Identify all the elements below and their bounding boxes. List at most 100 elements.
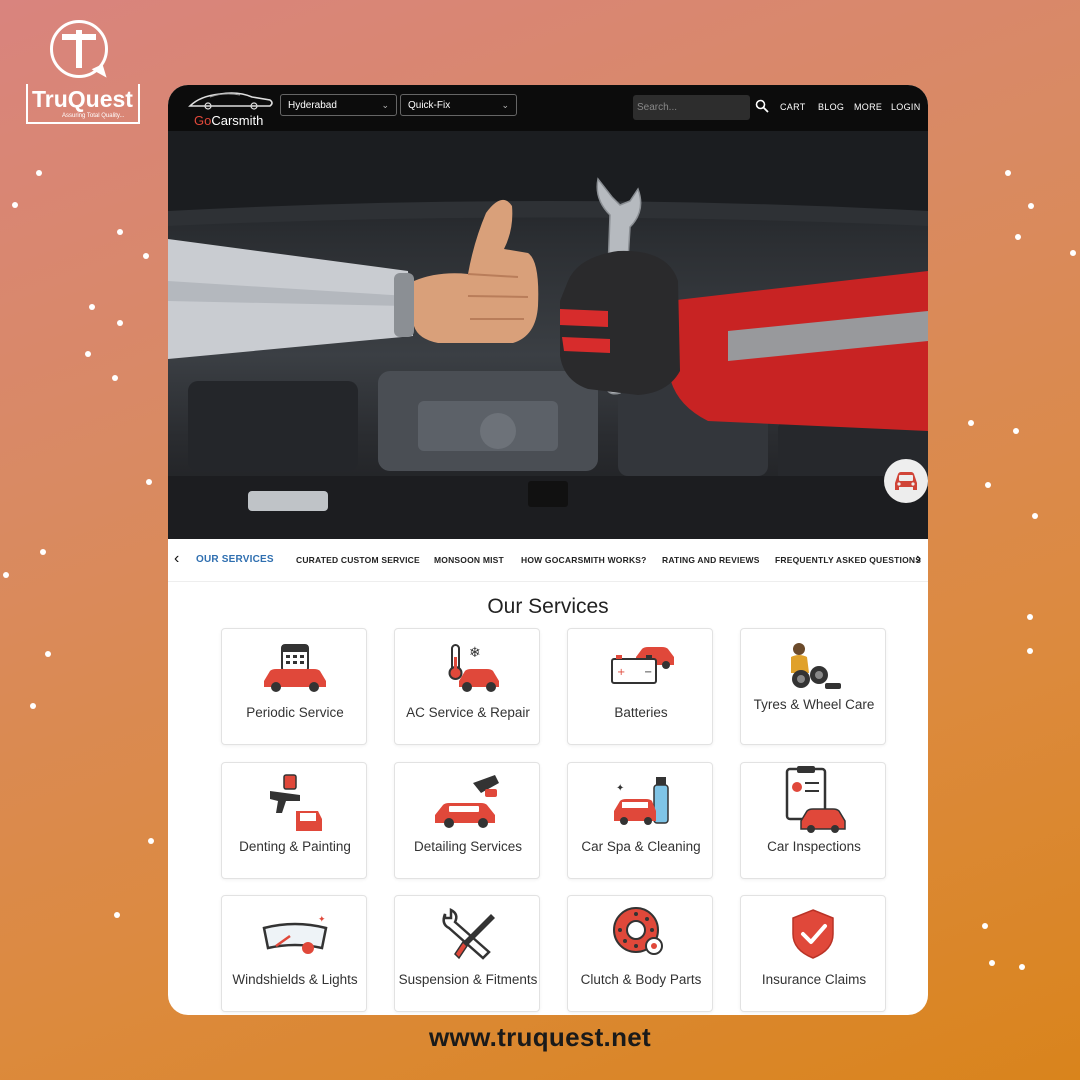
decorative-dot bbox=[1005, 170, 1011, 176]
city-select-value: Hyderabad bbox=[288, 100, 337, 111]
shield-check-icon bbox=[792, 909, 834, 959]
service-label: Detailing Services bbox=[413, 839, 523, 854]
tab-our-services[interactable]: OUR SERVICES bbox=[196, 554, 274, 565]
service-tile-detailing[interactable]: Detailing Services bbox=[394, 762, 540, 879]
tab-monsoon-mist[interactable]: MONSOON MIST bbox=[434, 555, 504, 565]
clutch-plate-icon bbox=[613, 907, 663, 955]
svg-text:−: − bbox=[644, 667, 652, 678]
decorative-dot bbox=[40, 549, 46, 555]
website-url[interactable]: www.truquest.net bbox=[0, 1022, 1080, 1053]
service-select-value: Quick-Fix bbox=[408, 100, 451, 111]
services-heading: Our Services bbox=[487, 595, 609, 618]
wrench-screwdriver-icon bbox=[442, 907, 495, 960]
decorative-dot bbox=[1013, 428, 1019, 434]
decorative-dot bbox=[85, 351, 91, 357]
service-label: Clutch & Body Parts bbox=[580, 972, 702, 987]
hero-banner bbox=[168, 131, 928, 539]
decorative-dot bbox=[148, 838, 154, 844]
service-label: Car Spa & Cleaning bbox=[581, 839, 701, 854]
chevron-right-icon[interactable]: › bbox=[916, 550, 921, 568]
thermometer-car-icon: ❄ bbox=[448, 644, 499, 692]
website-screenshot: GoCarsmith Hyderabad ⌄ Quick-Fix ⌄ Searc… bbox=[168, 85, 928, 1015]
svg-text:✦: ✦ bbox=[616, 783, 624, 794]
chevron-down-icon: ⌄ bbox=[501, 100, 509, 110]
service-label: Windshields & Lights bbox=[232, 972, 358, 987]
decorative-dot bbox=[1027, 614, 1033, 620]
search-input[interactable]: Search... bbox=[633, 95, 750, 120]
decorative-dot bbox=[1015, 234, 1021, 240]
decorative-dot bbox=[143, 253, 149, 259]
spray-gun-door-icon bbox=[270, 774, 322, 831]
service-label: Car Inspections bbox=[767, 839, 861, 854]
decorative-dot bbox=[968, 420, 974, 426]
nav-more[interactable]: MORE bbox=[854, 102, 882, 112]
brand-name[interactable]: GoCarsmith bbox=[194, 113, 263, 128]
windshield-icon: ✦ bbox=[262, 915, 328, 954]
service-label: Periodic Service bbox=[246, 705, 344, 720]
tab-faq[interactable]: FREQUENTLY ASKED QUESTIONS bbox=[775, 555, 921, 565]
decorative-dot bbox=[146, 479, 152, 485]
service-label: Suspension & Fitments bbox=[398, 972, 538, 987]
svg-text:❄: ❄ bbox=[469, 645, 481, 661]
service-tile-windshields[interactable]: ✦ Windshields & Lights bbox=[221, 895, 367, 1012]
chevron-down-icon: ⌄ bbox=[381, 100, 389, 110]
decorative-dot bbox=[89, 304, 95, 310]
service-tile-insurance[interactable]: Insurance Claims bbox=[740, 895, 886, 1012]
nav-blog[interactable]: BLOG bbox=[818, 102, 844, 112]
truquest-logo: TruQuest Assuring Total Quality... bbox=[24, 18, 144, 130]
decorative-dot bbox=[989, 960, 995, 966]
tab-curated-custom-service[interactable]: CURATED CUSTOM SERVICE bbox=[296, 555, 420, 565]
nav-login[interactable]: LOGIN bbox=[891, 102, 921, 112]
service-label: Insurance Claims bbox=[761, 972, 867, 987]
section-tabs: ‹ OUR SERVICES CURATED CUSTOM SERVICE MO… bbox=[168, 539, 928, 582]
car-booking-button[interactable] bbox=[884, 459, 928, 503]
decorative-dot bbox=[1070, 250, 1076, 256]
logo-name: TruQuest bbox=[32, 86, 133, 112]
decorative-dot bbox=[30, 703, 36, 709]
search-icon[interactable] bbox=[755, 99, 769, 113]
nav-cart[interactable]: CART bbox=[780, 102, 806, 112]
decorative-dot bbox=[114, 912, 120, 918]
decorative-dot bbox=[36, 170, 42, 176]
top-navbar: GoCarsmith Hyderabad ⌄ Quick-Fix ⌄ Searc… bbox=[168, 85, 928, 131]
car-icon bbox=[895, 472, 917, 490]
city-select[interactable]: Hyderabad ⌄ bbox=[280, 94, 397, 116]
decorative-dot bbox=[982, 923, 988, 929]
search-placeholder: Search... bbox=[637, 102, 678, 113]
decorative-dot bbox=[1032, 513, 1038, 519]
service-select[interactable]: Quick-Fix ⌄ bbox=[400, 94, 517, 116]
clipboard-car-icon bbox=[785, 766, 846, 833]
service-label: Batteries bbox=[614, 705, 668, 720]
decorative-dot bbox=[117, 229, 123, 235]
svg-text:+: + bbox=[617, 667, 625, 678]
battery-car-icon: + − bbox=[611, 647, 674, 684]
service-tile-suspension[interactable]: Suspension & Fitments bbox=[394, 895, 540, 1012]
service-tile-carspa[interactable]: ✦ Car Spa & Cleaning bbox=[567, 762, 713, 879]
decorative-dot bbox=[3, 572, 9, 578]
decorative-dot bbox=[117, 320, 123, 326]
decorative-dot bbox=[12, 202, 18, 208]
polisher-car-icon bbox=[435, 775, 499, 828]
service-tile-periodic[interactable]: Periodic Service bbox=[221, 628, 367, 745]
service-tile-inspections[interactable]: Car Inspections bbox=[740, 762, 886, 879]
service-tile-tyres[interactable]: Tyres & Wheel Care bbox=[740, 628, 886, 745]
service-label: AC Service & Repair bbox=[406, 705, 530, 720]
service-tile-clutch[interactable]: Clutch & Body Parts bbox=[567, 895, 713, 1012]
service-tile-ac[interactable]: ❄ AC Service & Repair bbox=[394, 628, 540, 745]
tyre-mechanic-icon bbox=[791, 643, 841, 689]
tab-how-gocarsmith-works[interactable]: HOW GOCARSMITH WORKS? bbox=[521, 555, 647, 565]
service-tile-batteries[interactable]: + − Batteries bbox=[567, 628, 713, 745]
service-tile-denting[interactable]: Denting & Painting bbox=[221, 762, 367, 879]
chevron-left-icon[interactable]: ‹ bbox=[174, 550, 179, 568]
tab-rating-and-reviews[interactable]: RATING AND REVIEWS bbox=[662, 555, 760, 565]
decorative-dot bbox=[1019, 964, 1025, 970]
decorative-dot bbox=[112, 375, 118, 381]
brand-car-icon[interactable] bbox=[186, 88, 276, 112]
svg-text:✦: ✦ bbox=[318, 915, 326, 925]
decorative-dot bbox=[1027, 648, 1033, 654]
logo-tagline: Assuring Total Quality... bbox=[62, 113, 125, 119]
calendar-car-icon bbox=[264, 644, 326, 692]
hero-illustration bbox=[168, 131, 928, 539]
service-label: Tyres & Wheel Care bbox=[753, 697, 875, 712]
decorative-dot bbox=[45, 651, 51, 657]
